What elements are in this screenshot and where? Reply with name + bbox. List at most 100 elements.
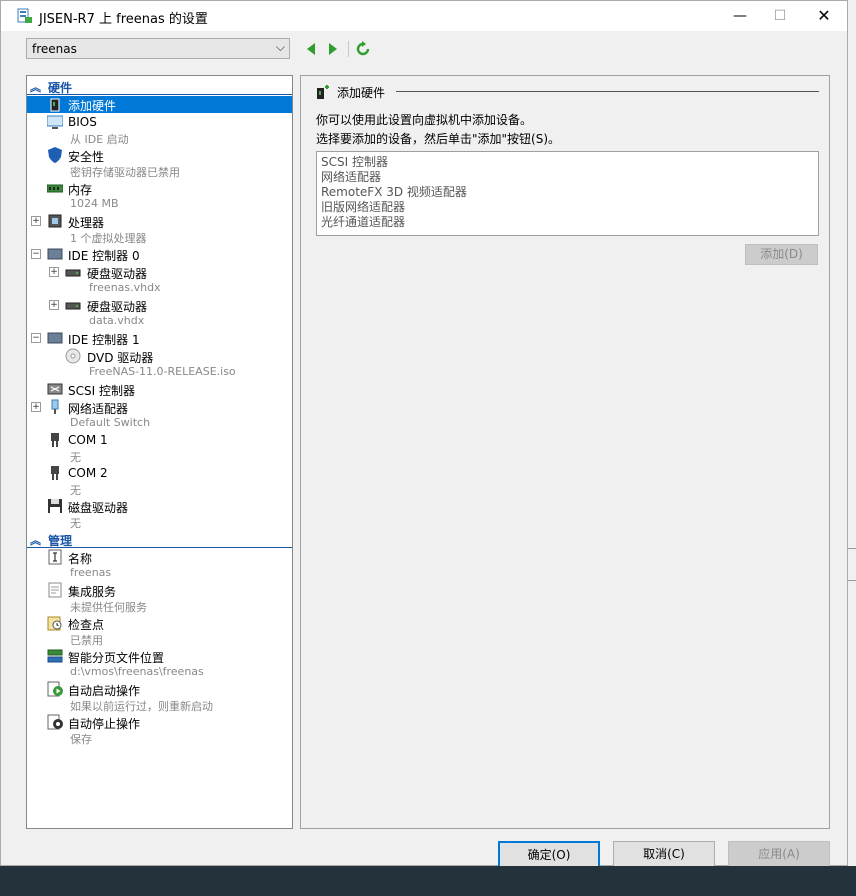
tree-item-label: BIOS	[68, 115, 97, 129]
tree-item-label: COM 2	[68, 466, 108, 480]
device-list[interactable]: SCSI 控制器 网络适配器 RemoteFX 3D 视频适配器 旧版网络适配器…	[316, 151, 819, 236]
tree-item-bios[interactable]: BIOS 从 IDE 启动	[27, 114, 292, 147]
add-device-button[interactable]: 添加(D)	[745, 244, 818, 265]
tree-item-add-hardware[interactable]: 添加硬件	[27, 96, 292, 113]
tree-item-detail: 无	[70, 451, 81, 464]
settings-tree: ︽ 硬件 添加硬件 BIOS 从 IDE 启动 安全性 密钥存储驱动器已禁用 内…	[26, 75, 293, 829]
tree-item-paging[interactable]: 智能分页文件位置 d:\vmos\freenas\freenas	[27, 648, 292, 681]
tree-item-detail: 密钥存储驱动器已禁用	[70, 166, 180, 179]
panel-description: 你可以使用此设置向虚拟机中添加设备。	[316, 113, 533, 127]
collapse-icon[interactable]: −	[31, 333, 41, 343]
tree-item-checkpoint[interactable]: 检查点 已禁用	[27, 615, 292, 648]
processor-icon	[48, 214, 62, 228]
hardware-section-header[interactable]: ︽ 硬件	[27, 79, 292, 95]
tree-item-label: IDE 控制器 1	[68, 333, 140, 347]
tree-item-dvd[interactable]: DVD 驱动器 FreeNAS-11.0-RELEASE.iso	[27, 348, 292, 381]
device-option[interactable]: 光纤通道适配器	[321, 213, 405, 230]
apply-button[interactable]: 应用(A)	[728, 841, 830, 868]
hyperv-settings-icon	[17, 8, 32, 23]
refresh-icon[interactable]	[355, 41, 371, 57]
vm-selector[interactable]: freenas ⌵	[26, 38, 290, 59]
tree-item-label: 名称	[68, 552, 93, 566]
taskbar	[0, 866, 856, 896]
tree-item-detail: 无	[70, 517, 81, 530]
title-divider	[396, 91, 819, 92]
panel-title: 添加硬件	[337, 86, 386, 100]
tree-item-label: DVD 驱动器	[87, 351, 154, 365]
tree-item-detail: d:\vmos\freenas\freenas	[70, 665, 204, 678]
network-adapter-icon	[51, 399, 59, 414]
tree-item-processor[interactable]: + 处理器 1 个虚拟处理器	[27, 213, 292, 246]
toolbar-divider	[348, 41, 349, 57]
tree-item-scsi[interactable]: SCSI 控制器	[27, 381, 292, 398]
tree-item-autostop[interactable]: 自动停止操作 保存	[27, 714, 292, 747]
tree-item-network[interactable]: + 网络适配器 Default Switch	[27, 399, 292, 432]
tree-item-hdd2[interactable]: + 硬盘驱动器 data.vhdx	[27, 297, 292, 330]
collapse-icon[interactable]: −	[31, 249, 41, 259]
tree-item-label: 安全性	[68, 150, 105, 164]
expand-icon[interactable]: +	[31, 216, 41, 226]
hard-drive-icon	[65, 302, 81, 310]
tree-item-label: 智能分页文件位置	[68, 651, 165, 665]
cancel-button[interactable]: 取消(C)	[613, 841, 715, 868]
tree-item-com1[interactable]: COM 1 无	[27, 432, 292, 465]
tree-item-ide1[interactable]: − IDE 控制器 1	[27, 330, 292, 347]
add-hardware-panel: 添加硬件 你可以使用此设置向虚拟机中添加设备。 选择要添加的设备，然后单击"添加…	[300, 75, 830, 829]
tree-item-detail: 已禁用	[70, 634, 103, 647]
tree-item-ide0[interactable]: − IDE 控制器 0	[27, 246, 292, 263]
tree-item-label: SCSI 控制器	[68, 384, 135, 398]
integration-services-icon	[48, 582, 62, 598]
tree-item-integration[interactable]: 集成服务 未提供任何服务	[27, 582, 292, 615]
ok-button[interactable]: 确定(O)	[498, 841, 600, 868]
tree-item-detail: 从 IDE 启动	[70, 133, 129, 146]
expand-icon[interactable]: +	[31, 402, 41, 412]
tree-item-detail: freenas	[70, 566, 112, 579]
back-arrow-icon[interactable]	[305, 42, 317, 56]
auto-start-icon	[47, 681, 63, 697]
dvd-disc-icon	[65, 348, 81, 364]
tree-item-label: 自动启动操作	[68, 684, 141, 698]
tree-item-label: 网络适配器	[68, 402, 129, 416]
tree-item-label: 添加硬件	[68, 99, 117, 113]
floppy-disk-icon	[48, 499, 62, 513]
tree-item-com2[interactable]: COM 2 无	[27, 465, 292, 498]
ide-controller-icon	[47, 248, 63, 260]
tree-item-memory[interactable]: 内存 1024 MB	[27, 180, 292, 213]
hard-drive-icon	[65, 269, 81, 277]
tree-item-autostart[interactable]: 自动启动操作 如果以前运行过，则重新启动	[27, 681, 292, 714]
management-section-header[interactable]: ︽ 管理	[27, 532, 292, 548]
ide-controller-icon	[47, 332, 63, 344]
tree-item-detail: 保存	[70, 733, 92, 746]
tree-item-detail: FreeNAS-11.0-RELEASE.iso	[89, 365, 236, 378]
tree-item-label: 磁盘驱动器	[68, 501, 129, 515]
background-window-edge	[848, 0, 856, 866]
tree-item-label: COM 1	[68, 433, 108, 447]
expand-icon[interactable]: +	[49, 300, 59, 310]
tree-item-detail: freenas.vhdx	[89, 281, 161, 294]
paging-file-icon	[47, 649, 63, 663]
tree-item-detail: 无	[70, 484, 81, 497]
tree-item-detail: 1024 MB	[70, 197, 119, 210]
tree-item-name[interactable]: 名称 freenas	[27, 549, 292, 582]
tree-item-detail: data.vhdx	[89, 314, 145, 327]
expand-icon[interactable]: +	[49, 267, 59, 277]
settings-window: JISEN-R7 上 freenas 的设置 — ☐ ✕ freenas ⌵ ︽…	[0, 0, 848, 868]
forward-arrow-icon[interactable]	[327, 42, 339, 56]
shield-icon	[48, 147, 62, 163]
tree-item-security[interactable]: 安全性 密钥存储驱动器已禁用	[27, 147, 292, 180]
tree-item-detail: Default Switch	[70, 416, 151, 429]
tree-item-floppy[interactable]: 磁盘驱动器 无	[27, 498, 292, 531]
tree-item-label: IDE 控制器 0	[68, 249, 140, 263]
checkpoint-icon	[47, 616, 62, 631]
collapse-chevron-icon: ︽	[30, 81, 41, 94]
tree-item-label: 自动停止操作	[68, 717, 141, 731]
add-hardware-icon	[317, 85, 329, 99]
close-button[interactable]: ✕	[801, 1, 847, 31]
tree-item-hdd1[interactable]: + 硬盘驱动器 freenas.vhdx	[27, 264, 292, 297]
collapse-chevron-icon: ︽	[30, 534, 41, 547]
add-hardware-icon	[50, 98, 60, 112]
tree-item-detail: 1 个虚拟处理器	[70, 232, 147, 245]
com-port-icon	[51, 466, 59, 480]
scsi-controller-icon	[47, 383, 63, 395]
maximize-button[interactable]: ☐	[757, 1, 803, 31]
